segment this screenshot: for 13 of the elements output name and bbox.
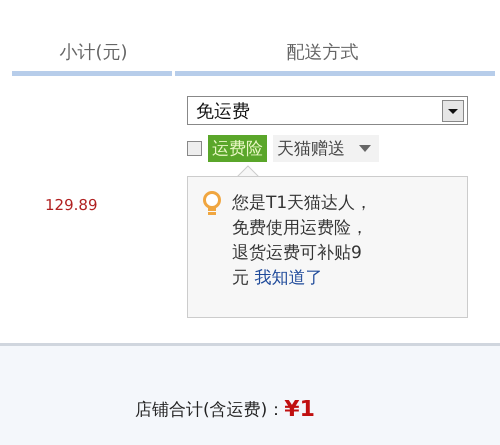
insurance-badge: 运费险 [208,135,267,162]
gift-dropdown[interactable]: 天猫赠送 [273,135,379,162]
caret-icon[interactable] [359,144,371,152]
column-header: 小计(元) [58,41,128,64]
total-label: 店铺合计(含运费)： [135,399,284,421]
tooltip-text: 您是T1天猫达人， 免费使用运费险， 退货运费可补贴9 元 我知道了 [232,192,372,290]
column-header: 配送方式 [286,41,358,64]
insurance-checkbox[interactable] [187,141,202,156]
total-price: ¥1 [284,397,315,422]
shipping-select[interactable]: 免运费 [187,96,468,125]
dropdown-icon[interactable] [442,100,464,122]
dismiss-link[interactable]: 我知道了 [254,268,322,288]
subtotal-price: 129.89 [45,196,98,214]
